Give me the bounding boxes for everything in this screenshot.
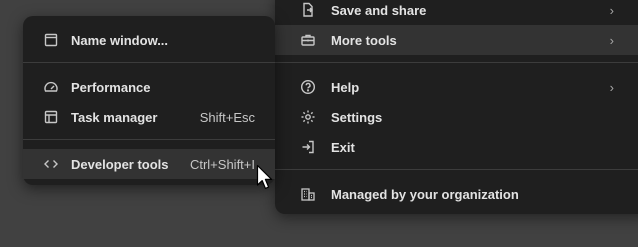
window-icon	[43, 32, 59, 48]
speedometer-icon	[43, 79, 59, 95]
submenu-item-label: Performance	[71, 79, 151, 95]
mouse-cursor-icon	[256, 164, 276, 192]
keyboard-shortcut: Shift+Esc	[199, 109, 255, 125]
menu-separator	[23, 62, 275, 63]
keyboard-shortcut: Ctrl+Shift+I	[189, 156, 255, 172]
menu-separator	[23, 139, 275, 140]
menu-separator	[275, 62, 638, 63]
submenu-item-label: Developer tools	[71, 156, 169, 172]
submenu-item-name-window[interactable]: Name window...	[23, 25, 275, 55]
menu-separator	[275, 169, 638, 170]
menu-item-label: Save and share	[331, 2, 427, 18]
menu-item-label: Exit	[331, 139, 355, 155]
main-menu: Save and share › More tools › Help › Set…	[275, 0, 638, 214]
menu-item-exit[interactable]: Exit	[275, 132, 638, 162]
toolbox-icon	[300, 32, 316, 48]
more-tools-submenu: Name window... Performance Task manager …	[23, 16, 275, 185]
submenu-item-developer-tools[interactable]: Developer tools Ctrl+Shift+I	[23, 149, 275, 179]
menu-item-managed-by-organization[interactable]: Managed by your organization	[275, 179, 638, 209]
menu-item-label: More tools	[331, 32, 397, 48]
menu-item-more-tools[interactable]: More tools ›	[275, 25, 638, 55]
menu-item-save-and-share[interactable]: Save and share ›	[275, 0, 638, 25]
code-icon	[43, 156, 59, 172]
submenu-item-performance[interactable]: Performance	[23, 72, 275, 102]
menu-item-label: Settings	[331, 109, 383, 125]
menu-item-settings[interactable]: Settings	[275, 102, 638, 132]
menu-item-label: Managed by your organization	[331, 186, 519, 202]
submenu-item-label: Task manager	[71, 109, 158, 125]
building-icon	[300, 186, 316, 202]
save-share-icon	[300, 2, 316, 18]
submenu-item-task-manager[interactable]: Task manager Shift+Esc	[23, 102, 275, 132]
exit-icon	[300, 139, 316, 155]
menu-item-label: Help	[331, 79, 360, 95]
chevron-right-icon: ›	[609, 79, 614, 95]
chevron-right-icon: ›	[609, 32, 614, 48]
task-manager-icon	[43, 109, 59, 125]
gear-icon	[300, 109, 316, 125]
chevron-right-icon: ›	[609, 2, 614, 18]
help-icon	[300, 79, 316, 95]
submenu-item-label: Name window...	[71, 32, 169, 48]
menu-item-help[interactable]: Help ›	[275, 72, 638, 102]
